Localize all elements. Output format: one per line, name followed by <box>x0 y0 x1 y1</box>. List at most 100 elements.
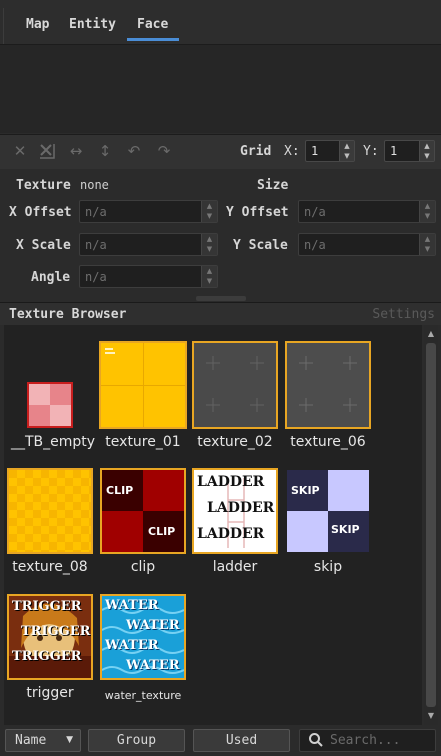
skip-text-1: SKIP <box>291 484 320 497</box>
texture-label-06: texture_06 <box>290 434 366 450</box>
chevron-down-icon: ▼ <box>66 735 73 745</box>
ladder-text-2: LADDER <box>207 500 275 516</box>
y-offset-label: Y Offset <box>226 205 289 220</box>
tab-face[interactable]: Face <box>137 17 168 32</box>
size-label: Size <box>257 178 289 193</box>
grid-x-value: 1 <box>311 144 319 158</box>
texture-tb-empty[interactable] <box>27 382 73 428</box>
arrows-vertical-icon[interactable]: ↕ <box>96 142 114 160</box>
texture-ladder[interactable]: LADDER LADDER LADDER <box>192 468 278 554</box>
y-scale-placeholder: n/a <box>304 238 326 252</box>
scroll-up-icon[interactable]: ▲ <box>424 327 438 341</box>
ladder-text-1: LADDER <box>197 474 265 490</box>
chevron-up-icon[interactable]: ▲ <box>420 141 434 151</box>
texture-label-clip: clip <box>130 559 156 575</box>
grid-x-stepper[interactable]: ▲ ▼ <box>339 141 354 161</box>
x-scale-label: X Scale <box>16 238 71 253</box>
redo-icon[interactable]: ↷ <box>155 142 173 160</box>
chevron-up-icon[interactable]: ▲ <box>340 141 354 151</box>
scroll-down-icon[interactable]: ▼ <box>424 709 438 723</box>
tab-entity[interactable]: Entity <box>69 17 116 32</box>
texture-clip[interactable]: CLIP CLIP <box>100 468 186 554</box>
x-offset-field[interactable]: n/a ▲ ▼ <box>79 200 218 223</box>
texture-browser-scrollbar[interactable]: ▲ ▼ <box>424 325 438 725</box>
trigger-text-3: TRIGGER <box>12 649 82 664</box>
search-input[interactable]: Search... <box>299 729 436 752</box>
grid-y-stepper[interactable]: ▲ ▼ <box>419 141 434 161</box>
used-button[interactable]: Used <box>193 729 290 752</box>
texture-08[interactable] <box>7 468 93 554</box>
water-text-1: WATER <box>105 598 159 613</box>
texture-browser-title: Texture Browser <box>9 307 127 322</box>
texture-label-02: texture_02 <box>197 434 273 450</box>
skip-text-2: SKIP <box>331 523 360 536</box>
water-text-4: WATER <box>126 658 180 673</box>
sort-dropdown[interactable]: Name ▼ <box>5 729 81 752</box>
angle-label: Angle <box>31 270 71 285</box>
texture-label-01: texture_01 <box>105 434 181 450</box>
texture-browser-footer: Name ▼ Group Used Search... <box>0 726 441 756</box>
x-offset-placeholder: n/a <box>85 205 107 219</box>
x-offset-stepper[interactable]: ▲ ▼ <box>201 201 217 222</box>
texture-label: Texture <box>16 178 71 193</box>
trigger-text-1: TRIGGER <box>12 599 82 614</box>
face-properties: Texture none Size X Offset n/a ▲ ▼ Y Offs… <box>0 169 441 295</box>
undo-icon[interactable]: ↶ <box>125 142 143 160</box>
grid-y-spinner[interactable]: 1 ▲ ▼ <box>384 140 435 162</box>
texture-02[interactable] <box>192 341 278 429</box>
water-text-2: WATER <box>126 618 180 633</box>
chevron-down-icon[interactable]: ▼ <box>340 151 354 161</box>
face-toolbar: ✕ ↔ ↕ ↶ ↷ Grid X: 1 ▲ ▼ Y: 1 ▲ ▼ <box>0 134 441 170</box>
texture-label-skip: skip <box>313 559 343 575</box>
group-button[interactable]: Group <box>88 729 185 752</box>
y-scale-stepper[interactable]: ▲ ▼ <box>419 234 435 255</box>
texture-01[interactable] <box>99 341 187 429</box>
water-text-3: WATER <box>105 638 159 653</box>
texture-label-ladder: ladder <box>212 559 258 575</box>
y-offset-stepper[interactable]: ▲ ▼ <box>419 201 435 222</box>
scrollbar-thumb[interactable] <box>426 343 436 707</box>
texture-label-water: water_texture <box>104 689 182 702</box>
texture-skip[interactable]: SKIP SKIP <box>287 470 369 552</box>
grid-y-label: Y: <box>363 144 379 159</box>
texture-label-08: texture_08 <box>12 559 88 575</box>
cross-icon[interactable]: ✕ <box>11 142 29 160</box>
angle-stepper[interactable]: ▲ ▼ <box>201 266 217 287</box>
grid-label: Grid <box>240 144 272 159</box>
angle-field[interactable]: n/a ▲ ▼ <box>79 265 218 288</box>
settings-link[interactable]: Settings <box>372 307 435 322</box>
texture-trigger[interactable]: TRIGGER TRIGGER TRIGGER <box>7 594 93 680</box>
texture-browser-header: Texture Browser Settings <box>0 302 441 325</box>
tab-bar-edge <box>3 8 4 44</box>
clip-text-2: CLIP <box>148 525 176 538</box>
texture-06[interactable] <box>285 341 371 429</box>
cross-box-icon[interactable] <box>38 142 56 160</box>
x-scale-field[interactable]: n/a ▲ ▼ <box>79 233 218 256</box>
grid-x-label: X: <box>284 144 300 159</box>
grid-x-spinner[interactable]: 1 ▲ ▼ <box>305 140 355 162</box>
clip-text-1: CLIP <box>106 484 134 497</box>
texture-label-tb-empty: __TB_empty <box>10 434 96 450</box>
ladder-text-3: LADDER <box>197 526 265 542</box>
arrows-horizontal-icon[interactable]: ↔ <box>67 142 85 160</box>
x-scale-stepper[interactable]: ▲ ▼ <box>201 234 217 255</box>
grid-y-value: 1 <box>390 144 398 158</box>
tab-bar: Map Entity Face <box>0 0 441 45</box>
y-offset-placeholder: n/a <box>304 205 326 219</box>
y-scale-field[interactable]: n/a ▲ ▼ <box>298 233 436 256</box>
search-placeholder: Search... <box>330 733 401 748</box>
tab-map[interactable]: Map <box>26 17 49 32</box>
active-tab-indicator <box>127 38 179 41</box>
texture-value: none <box>80 178 109 192</box>
sort-value: Name <box>15 733 47 748</box>
x-scale-placeholder: n/a <box>85 238 107 252</box>
texture-label-trigger: trigger <box>26 685 74 701</box>
trigger-text-2: TRIGGER <box>21 624 91 639</box>
splitter-handle[interactable] <box>196 296 246 301</box>
chevron-down-icon[interactable]: ▼ <box>420 151 434 161</box>
y-offset-field[interactable]: n/a ▲ ▼ <box>298 200 436 223</box>
x-offset-label: X Offset <box>9 205 72 220</box>
face-preview-area <box>0 45 441 133</box>
angle-placeholder: n/a <box>85 270 107 284</box>
texture-water[interactable]: WATER WATER WATER WATER <box>100 594 186 680</box>
